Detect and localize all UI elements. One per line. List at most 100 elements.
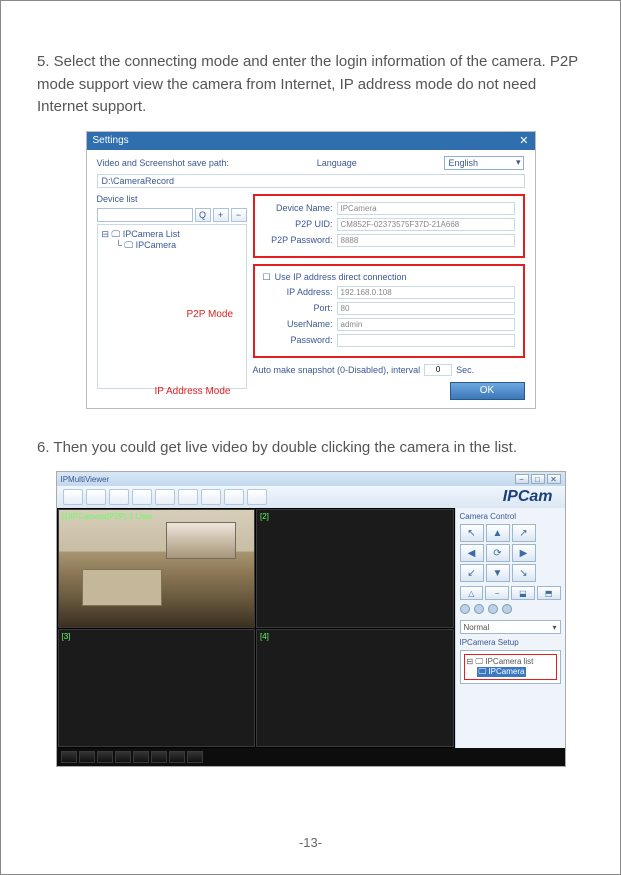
ok-button[interactable]: OK [450, 382, 525, 400]
add-button[interactable]: + [213, 208, 229, 222]
footer-button[interactable] [169, 751, 185, 763]
step6-text: 6. Then you could get live video by doub… [37, 437, 584, 460]
viewer-titlebar: IPMultiViewer − □ ✕ [57, 472, 565, 486]
step5-text: 5. Select the connecting mode and enter … [37, 51, 584, 119]
password-input[interactable] [337, 334, 515, 347]
device-name-label: Device Name: [263, 203, 333, 213]
camera-control-title: Camera Control [460, 512, 561, 521]
toolbar-button[interactable] [201, 489, 221, 505]
search-input[interactable] [97, 208, 193, 222]
indicator-dot[interactable] [460, 604, 470, 614]
chevron-down-icon: ▾ [552, 623, 556, 632]
cell-1-label: [1]IPCamera(P2P) 1 User [62, 512, 153, 521]
ptz-controls: ↖ ▲ ↗ ◀ ⟳ ▶ ↙ ▼ ↘ [460, 524, 561, 582]
close-icon[interactable]: ✕ [547, 474, 561, 484]
indicator-dot[interactable] [502, 604, 512, 614]
ipcam-logo: IPCam [503, 488, 559, 506]
footer-button[interactable] [115, 751, 131, 763]
camera-list-highlight: ⊟ 🖵 IPCamera list 🖵 IPCamera [464, 654, 557, 680]
device-list-label: Device list [97, 194, 138, 204]
username-input[interactable]: admin [337, 318, 515, 331]
use-ip-checkbox[interactable]: ☐ [263, 272, 271, 283]
toolbar-button[interactable] [63, 489, 83, 505]
toolbar-button[interactable] [109, 489, 129, 505]
toolbar-button[interactable] [178, 489, 198, 505]
zoom-button[interactable]: △ [460, 586, 484, 600]
ptz-right-icon[interactable]: ▶ [512, 544, 536, 562]
language-value: English [448, 158, 478, 168]
settings-title: Settings [93, 135, 129, 146]
footer-button[interactable] [61, 751, 77, 763]
footer-button[interactable] [151, 751, 167, 763]
ptz-left-icon[interactable]: ◀ [460, 544, 484, 562]
ip-address-input[interactable]: 192.168.0.108 [337, 286, 515, 299]
p2p-uid-input[interactable]: CM852F-02373575F37D-21A668 [337, 218, 515, 231]
toolbar-button[interactable] [224, 489, 244, 505]
ptz-down-left-icon[interactable]: ↙ [460, 564, 484, 582]
video-cell-4[interactable]: [4] [256, 629, 454, 748]
settings-dialog: Settings ✕ Video and Screenshot save pat… [86, 131, 536, 409]
zoom-button[interactable]: ⬒ [537, 586, 561, 600]
footer-button[interactable] [133, 751, 149, 763]
viewer-title: IPMultiViewer [61, 475, 110, 484]
settings-screenshot: Settings ✕ Video and Screenshot save pat… [37, 131, 584, 409]
p2p-mode-annotation: P2P Mode [187, 309, 234, 320]
remove-button[interactable]: − [231, 208, 247, 222]
toolbar-button[interactable] [132, 489, 152, 505]
path-input[interactable]: D:\CameraRecord [97, 174, 525, 188]
list-selected-camera[interactable]: 🖵 IPCamera [477, 667, 527, 677]
cell-4-label: [4] [260, 632, 269, 641]
mode-value: Normal [464, 623, 490, 632]
ptz-up-right-icon[interactable]: ↗ [512, 524, 536, 542]
toolbar-button[interactable] [155, 489, 175, 505]
video-grid: [1]IPCamera(P2P) 1 User [2] [3] [4] [57, 508, 455, 748]
viewer-screenshot: IPMultiViewer − □ ✕ IPCam [1]IPCamer [37, 471, 584, 767]
language-select[interactable]: English ▾ [444, 156, 524, 170]
footer-button[interactable] [97, 751, 113, 763]
username-label: UserName: [263, 319, 333, 329]
use-ip-label: Use IP address direct connection [275, 272, 407, 282]
footer-button[interactable] [79, 751, 95, 763]
indicator-dot[interactable] [474, 604, 484, 614]
device-tree: ⊟ 🖵 IPCamera List └ 🖵 IPCamera [97, 224, 247, 389]
maximize-icon[interactable]: □ [531, 474, 545, 484]
video-cell-1[interactable]: [1]IPCamera(P2P) 1 User [58, 509, 256, 628]
ptz-up-left-icon[interactable]: ↖ [460, 524, 484, 542]
tree-root[interactable]: ⊟ 🖵 IPCamera List [102, 229, 242, 240]
port-input[interactable]: 80 [337, 302, 515, 315]
footer-button[interactable] [187, 751, 203, 763]
snapshot-label: Auto make snapshot (0-Disabled), interva… [253, 365, 421, 375]
device-name-input[interactable]: IPCamera [337, 202, 515, 215]
toolbar-button[interactable] [247, 489, 267, 505]
language-label: Language [317, 158, 357, 168]
ptz-down-icon[interactable]: ▼ [486, 564, 510, 582]
minimize-icon[interactable]: − [515, 474, 529, 484]
video-cell-3[interactable]: [3] [58, 629, 256, 748]
viewer-window: IPMultiViewer − □ ✕ IPCam [1]IPCamer [56, 471, 566, 767]
side-panel: Camera Control ↖ ▲ ↗ ◀ ⟳ ▶ ↙ ▼ ↘ △ − ⬓ ⬒ [455, 508, 565, 748]
mode-select[interactable]: Normal ▾ [460, 620, 561, 634]
tree-child[interactable]: └ 🖵 IPCamera [116, 240, 242, 251]
cell-2-label: [2] [260, 512, 269, 521]
zoom-button[interactable]: − [485, 586, 509, 600]
video-cell-2[interactable]: [2] [256, 509, 454, 628]
snapshot-interval-input[interactable] [424, 364, 452, 376]
list-root[interactable]: ⊟ 🖵 IPCamera list [467, 657, 554, 667]
ptz-down-right-icon[interactable]: ↘ [512, 564, 536, 582]
close-icon[interactable]: ✕ [519, 134, 528, 147]
ip-mode-annotation: IP Address Mode [155, 386, 231, 397]
toolbar-button[interactable] [86, 489, 106, 505]
ptz-center-icon[interactable]: ⟳ [486, 544, 510, 562]
p2p-password-input[interactable]: 8888 [337, 234, 515, 247]
ipcamera-setup-title: IPCamera Setup [460, 638, 561, 647]
search-icon[interactable]: Q [195, 208, 211, 222]
ptz-up-icon[interactable]: ▲ [486, 524, 510, 542]
p2p-mode-box: Device Name: IPCamera P2P UID: CM852F-02… [253, 194, 525, 258]
cell-3-label: [3] [62, 632, 71, 641]
p2p-password-label: P2P Password: [263, 235, 333, 245]
password-label: Password: [263, 335, 333, 345]
settings-titlebar: Settings ✕ [87, 132, 535, 150]
indicator-dot[interactable] [488, 604, 498, 614]
zoom-button[interactable]: ⬓ [511, 586, 535, 600]
p2p-uid-label: P2P UID: [263, 219, 333, 229]
